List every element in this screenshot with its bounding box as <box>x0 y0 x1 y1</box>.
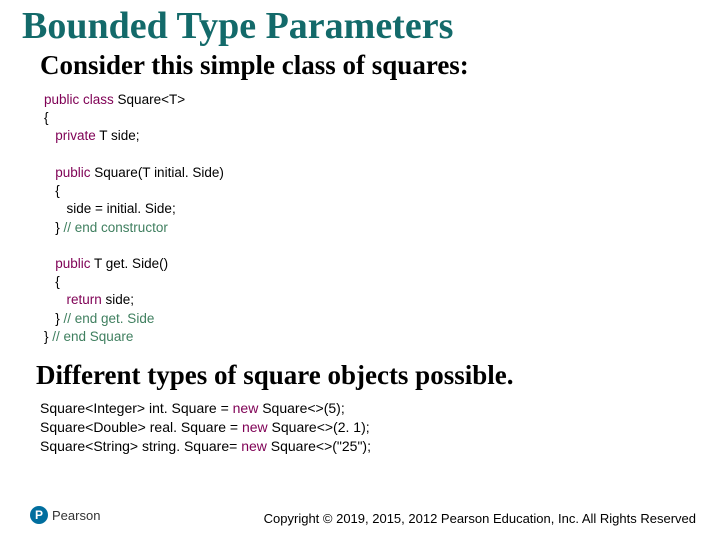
code-text: { <box>44 274 60 289</box>
code-comment: // end constructor <box>64 220 168 235</box>
code-text: Square<Double> real. Square = <box>40 419 242 435</box>
slide-title: Bounded Type Parameters <box>22 4 690 48</box>
code-keyword: private <box>44 128 96 143</box>
slide: Bounded Type Parameters Consider this si… <box>0 0 720 540</box>
code-keyword: new <box>241 438 267 454</box>
logo-text: Pearson <box>52 508 100 523</box>
code-text: Square<T> <box>114 92 185 107</box>
code-text: Square(T initial. Side) <box>91 165 224 180</box>
code-block-2: Square<Integer> int. Square = new Square… <box>40 399 690 456</box>
code-block-1: public class Square<T> { private T side;… <box>44 91 690 346</box>
code-keyword: public <box>44 165 91 180</box>
slide-subtitle-1: Consider this simple class of squares: <box>40 50 690 81</box>
code-text: side; <box>102 292 134 307</box>
code-text: Square<>(2. 1); <box>268 419 370 435</box>
code-text: } <box>44 311 64 326</box>
logo-icon: P <box>30 506 48 524</box>
code-text: } <box>44 220 64 235</box>
code-keyword: public <box>44 92 79 107</box>
code-keyword: class <box>79 92 114 107</box>
code-keyword: return <box>44 292 102 307</box>
code-text: Square<>("25"); <box>267 438 371 454</box>
code-text: Square<>(5); <box>258 400 344 416</box>
code-text: T get. Side() <box>91 256 169 271</box>
code-text: side = initial. Side; <box>44 201 176 216</box>
code-text: Square<Integer> int. Square = <box>40 400 233 416</box>
code-keyword: new <box>233 400 259 416</box>
publisher-logo: P Pearson <box>30 506 100 524</box>
slide-subtitle-2: Different types of square objects possib… <box>36 360 690 391</box>
code-comment: // end Square <box>52 329 133 344</box>
code-keyword: public <box>44 256 91 271</box>
code-keyword: new <box>242 419 268 435</box>
code-text: { <box>44 110 49 125</box>
code-text: T side; <box>96 128 140 143</box>
copyright-text: Copyright © 2019, 2015, 2012 Pearson Edu… <box>264 511 696 526</box>
code-comment: // end get. Side <box>64 311 155 326</box>
code-text: Square<String> string. Square= <box>40 438 241 454</box>
code-text: { <box>44 183 60 198</box>
